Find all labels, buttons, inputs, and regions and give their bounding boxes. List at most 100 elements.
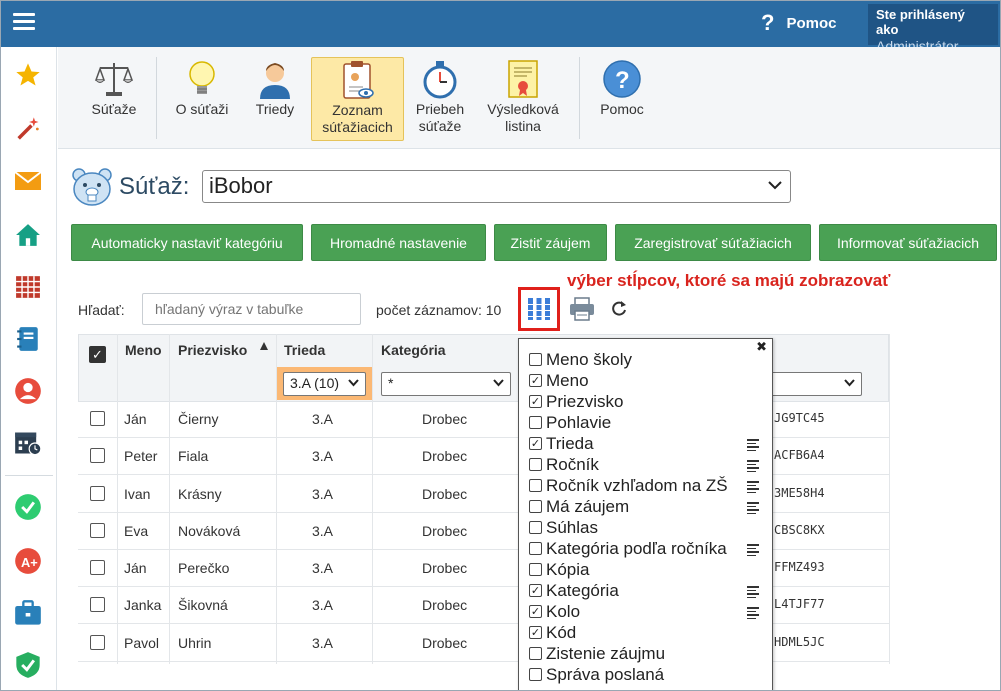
checkbox-unchecked[interactable]: [529, 668, 542, 681]
ribbon-label: Pomoc: [600, 101, 644, 117]
row-checkbox[interactable]: [90, 523, 105, 538]
checkbox-unchecked[interactable]: [529, 563, 542, 576]
ribbon-competitions[interactable]: Súťaže: [82, 57, 146, 141]
filter-lines-icon[interactable]: [747, 502, 759, 516]
filter-lines-icon[interactable]: [747, 481, 759, 495]
column-picker-label: Priezvisko: [546, 391, 624, 411]
sort-ascending-icon: [260, 342, 268, 350]
column-picker-item[interactable]: ✓ Meno: [529, 370, 763, 391]
refresh-button[interactable]: [611, 300, 627, 321]
print-button[interactable]: [569, 297, 595, 324]
column-picker-item[interactable]: Kategória podľa ročníka: [529, 538, 763, 559]
checkbox-unchecked[interactable]: [529, 416, 542, 429]
row-checkbox[interactable]: [90, 597, 105, 612]
filter-lines-icon[interactable]: [747, 460, 759, 474]
person-icon: [257, 57, 293, 101]
cell-trieda: 3.A: [312, 486, 334, 502]
cell-trieda: 3.A: [312, 523, 334, 539]
ribbon-divider: [579, 57, 580, 139]
row-checkbox[interactable]: [90, 635, 105, 650]
user-box[interactable]: Ste prihlásený ako Administrátor: [868, 4, 998, 54]
ribbon-label: Priebeh: [415, 101, 465, 117]
ribbon-help[interactable]: ? Pomoc: [594, 57, 650, 141]
column-picker-item[interactable]: ✓ Kód: [529, 622, 763, 643]
cell-meno: Peter: [124, 448, 158, 464]
checkbox-checked[interactable]: ✓: [529, 584, 542, 597]
shield-check-icon[interactable]: [11, 649, 45, 681]
checkbox-checked[interactable]: ✓: [529, 395, 542, 408]
check-badge-icon[interactable]: [11, 491, 45, 523]
register-contestants-button[interactable]: Zaregistrovať súťažiacich: [615, 224, 811, 261]
column-picker-item[interactable]: Ročník: [529, 454, 763, 475]
filter-lines-icon[interactable]: [747, 586, 759, 600]
briefcase-icon[interactable]: [11, 597, 45, 629]
cell-meno: Pavol: [124, 635, 160, 651]
notebook-icon[interactable]: [11, 323, 45, 355]
row-checkbox[interactable]: [90, 448, 105, 463]
column-picker-item[interactable]: Kópia: [529, 559, 763, 580]
inform-contestants-button[interactable]: Informovať súťažiacich: [819, 224, 997, 261]
checkbox-unchecked[interactable]: [529, 500, 542, 513]
column-picker-item[interactable]: Má záujem: [529, 496, 763, 517]
menu-hamburger-icon[interactable]: [13, 13, 35, 31]
checkbox-unchecked[interactable]: [529, 647, 542, 660]
column-picker-item[interactable]: Meno školy: [529, 349, 763, 370]
col-header-priezvisko[interactable]: Priezvisko: [178, 342, 247, 358]
checkbox-unchecked[interactable]: [529, 479, 542, 492]
find-interest-button[interactable]: Zistiť záujem: [494, 224, 607, 261]
column-picker-label: Meno: [546, 370, 589, 390]
envelope-icon[interactable]: [11, 165, 45, 197]
checkbox-checked[interactable]: ✓: [529, 605, 542, 618]
column-picker-item[interactable]: Správa poslaná: [529, 664, 763, 685]
column-picker-item[interactable]: ✓ Kolo: [529, 601, 763, 622]
filter-lines-icon[interactable]: [747, 439, 759, 453]
column-picker-item[interactable]: ✓ Kategória: [529, 580, 763, 601]
ribbon-contestant-list[interactable]: Zoznam súťažiacich: [311, 57, 404, 141]
column-picker-item[interactable]: Pohlavie: [529, 412, 763, 433]
checkbox-unchecked[interactable]: [529, 353, 542, 366]
checkbox-checked[interactable]: ✓: [529, 626, 542, 639]
column-picker-item[interactable]: ✓ Trieda: [529, 433, 763, 454]
select-all-checkbox[interactable]: ✓: [89, 346, 106, 363]
row-checkbox[interactable]: [90, 486, 105, 501]
contest-selected-value: iBobor: [209, 173, 273, 198]
cell-kod: FFMZ493: [774, 560, 825, 574]
contest-select[interactable]: iBobor: [202, 170, 791, 203]
star-icon[interactable]: [11, 59, 45, 91]
column-picker-button[interactable]: [518, 287, 560, 331]
col-header-meno[interactable]: Meno: [125, 342, 162, 358]
user-circle-icon[interactable]: [11, 375, 45, 407]
column-picker-item[interactable]: Zistenie záujmu: [529, 643, 763, 664]
auto-category-button[interactable]: Automaticky nastaviť kategóriu: [71, 224, 303, 261]
row-checkbox[interactable]: [90, 411, 105, 426]
bulk-settings-button[interactable]: Hromadné nastavenie: [311, 224, 486, 261]
home-icon[interactable]: [11, 219, 45, 251]
trieda-filter-select[interactable]: 3.A (10): [283, 372, 366, 396]
ribbon-contest-progress[interactable]: Priebeh súťaže: [410, 57, 470, 141]
column-picker-item[interactable]: Súhlas: [529, 517, 763, 538]
grade-badge-icon[interactable]: A+: [11, 545, 45, 577]
help-link[interactable]: ? Pomoc: [761, 10, 836, 35]
checkbox-unchecked[interactable]: [529, 458, 542, 471]
col-header-kategoria[interactable]: Kategória: [381, 342, 446, 358]
checkbox-checked[interactable]: ✓: [529, 437, 542, 450]
kategoria-filter-select[interactable]: *: [381, 372, 511, 396]
ribbon-label: súťažiacich: [322, 119, 393, 135]
magic-wand-icon[interactable]: [11, 113, 45, 145]
filter-lines-icon[interactable]: [747, 544, 759, 558]
checkbox-unchecked[interactable]: [529, 542, 542, 555]
calendar-clock-icon[interactable]: [11, 427, 45, 459]
row-checkbox[interactable]: [90, 560, 105, 575]
code-filter-select[interactable]: [771, 372, 862, 396]
ribbon-classes[interactable]: Triedy: [244, 57, 306, 141]
checkbox-unchecked[interactable]: [529, 521, 542, 534]
calendar-grid-icon[interactable]: [11, 271, 45, 303]
filter-lines-icon[interactable]: [747, 607, 759, 621]
col-header-trieda[interactable]: Trieda: [284, 342, 325, 358]
column-picker-item[interactable]: Ročník vzhľadom na ZŠ: [529, 475, 763, 496]
ribbon-results-list[interactable]: Výsledková listina: [480, 57, 566, 141]
column-picker-item[interactable]: ✓ Priezvisko: [529, 391, 763, 412]
search-input[interactable]: [142, 293, 361, 325]
checkbox-checked[interactable]: ✓: [529, 374, 542, 387]
ribbon-about-contest[interactable]: O súťaži: [168, 57, 236, 141]
